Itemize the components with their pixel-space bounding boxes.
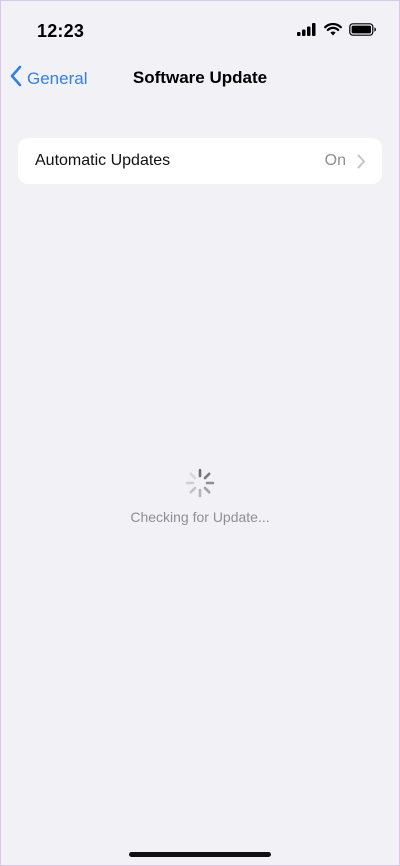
spinner-icon — [184, 467, 216, 499]
chevron-right-icon — [357, 154, 366, 174]
status-bar: 12:23 — [1, 1, 399, 59]
settings-card: Automatic Updates On — [18, 138, 382, 184]
status-time: 12:23 — [37, 21, 85, 41]
page-title: Software Update — [132, 68, 268, 87]
software-update-screen: 12:23 General Software Update Automatic … — [0, 0, 400, 866]
navigation-bar: General Software Update — [1, 59, 399, 99]
automatic-updates-label: Automatic Updates — [35, 152, 171, 169]
home-indicator[interactable] — [129, 852, 271, 857]
checking-status-text: Checking for Update... — [130, 509, 270, 525]
status-icons — [297, 23, 377, 36]
battery-icon — [349, 23, 377, 36]
automatic-updates-value: On — [324, 152, 346, 169]
wifi-icon — [324, 23, 342, 36]
automatic-updates-row[interactable]: Automatic Updates On — [18, 138, 382, 184]
cellular-signal-icon — [297, 23, 317, 36]
